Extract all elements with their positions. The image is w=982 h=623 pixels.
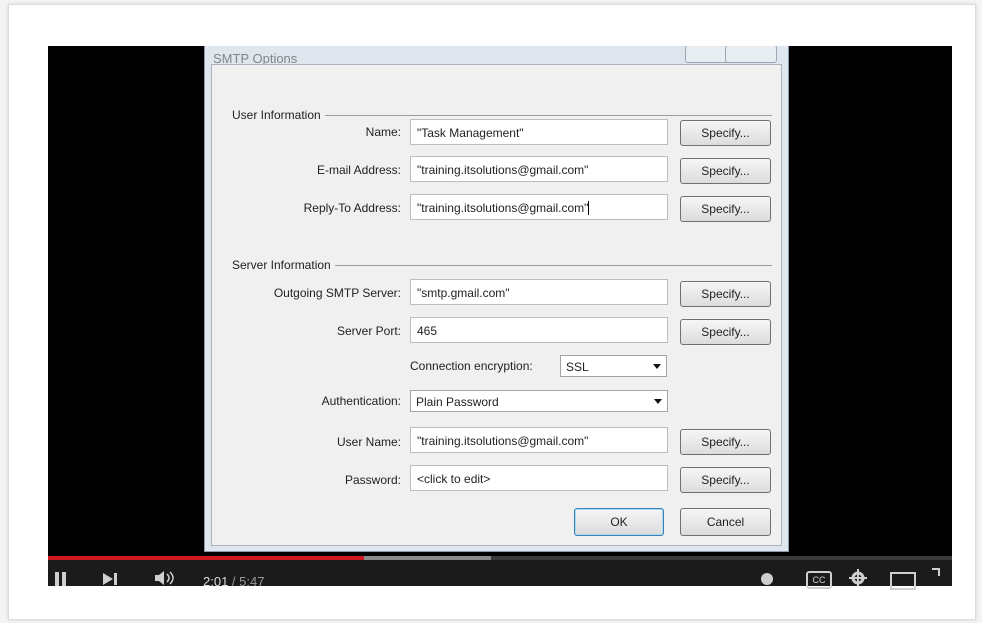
ok-button[interactable]: OK — [574, 508, 664, 536]
captions-icon[interactable]: CC — [806, 571, 832, 589]
time-display: 2:01 / 5:47 — [203, 574, 264, 589]
smtp-server-field[interactable]: "smtp.gmail.com" — [410, 279, 668, 305]
dialog-body: User Information Name: "Task Management"… — [211, 64, 782, 546]
specify-smtp-server-button[interactable]: Specify... — [680, 281, 771, 307]
specify-name-button[interactable]: Specify... — [680, 120, 771, 146]
user-name-label: User Name: — [336, 435, 401, 449]
chevron-down-icon — [654, 399, 662, 404]
user-name-field[interactable]: "training.itsolutions@gmail.com" — [410, 427, 668, 453]
player-controls: 2:01 / 5:47 CC — [48, 560, 952, 590]
authentication-value: Plain Password — [416, 395, 499, 409]
specify-port-button[interactable]: Specify... — [680, 319, 771, 345]
connection-encryption-label: Connection encryption: — [410, 359, 533, 373]
video-player[interactable]: SMTP Options User Information Name: "Tas… — [48, 46, 952, 586]
authentication-label: Authentication: — [321, 394, 401, 408]
pause-icon[interactable] — [54, 570, 68, 586]
server-port-label: Server Port: — [336, 324, 401, 338]
name-field[interactable]: "Task Management" — [410, 119, 668, 145]
specify-password-button[interactable]: Specify... — [680, 467, 771, 493]
email-field[interactable]: "training.itsolutions@gmail.com" — [410, 156, 668, 182]
reply-to-label: Reply-To Address: — [303, 201, 401, 215]
connection-encryption-select[interactable]: SSL — [560, 355, 667, 377]
cancel-button[interactable]: Cancel — [680, 508, 771, 536]
reply-to-value: "training.itsolutions@gmail.com" — [417, 201, 589, 215]
text-cursor — [588, 201, 590, 215]
reply-to-field[interactable]: "training.itsolutions@gmail.com" — [410, 194, 668, 220]
duration: / 5:47 — [228, 574, 265, 589]
volume-icon[interactable] — [154, 570, 182, 586]
email-label: E-mail Address: — [316, 163, 401, 177]
authentication-select[interactable]: Plain Password — [410, 390, 668, 412]
smtp-options-dialog: SMTP Options User Information Name: "Tas… — [204, 46, 789, 552]
connection-encryption-value: SSL — [566, 360, 589, 374]
watch-later-icon[interactable] — [759, 570, 775, 586]
group-divider — [322, 115, 772, 116]
fullscreen-icon[interactable] — [932, 568, 940, 576]
specify-reply-to-button[interactable]: Specify... — [680, 196, 771, 222]
server-information-heading: Server Information — [232, 258, 335, 272]
smtp-server-label: Outgoing SMTP Server: — [273, 286, 401, 300]
name-label: Name: — [365, 125, 401, 139]
specify-user-name-button[interactable]: Specify... — [680, 429, 771, 455]
theater-mode-icon[interactable] — [890, 572, 916, 590]
current-time: 2:01 — [203, 574, 229, 589]
chevron-down-icon — [653, 364, 661, 369]
gear-icon[interactable] — [848, 568, 868, 586]
close-icon[interactable] — [725, 46, 777, 63]
specify-email-button[interactable]: Specify... — [680, 158, 771, 184]
server-port-field[interactable]: 465 — [410, 317, 668, 343]
password-label: Password: — [344, 473, 401, 487]
password-field[interactable]: <click to edit> — [410, 465, 668, 491]
next-icon[interactable] — [102, 571, 120, 586]
group-divider — [326, 265, 772, 266]
user-information-heading: User Information — [232, 108, 325, 122]
